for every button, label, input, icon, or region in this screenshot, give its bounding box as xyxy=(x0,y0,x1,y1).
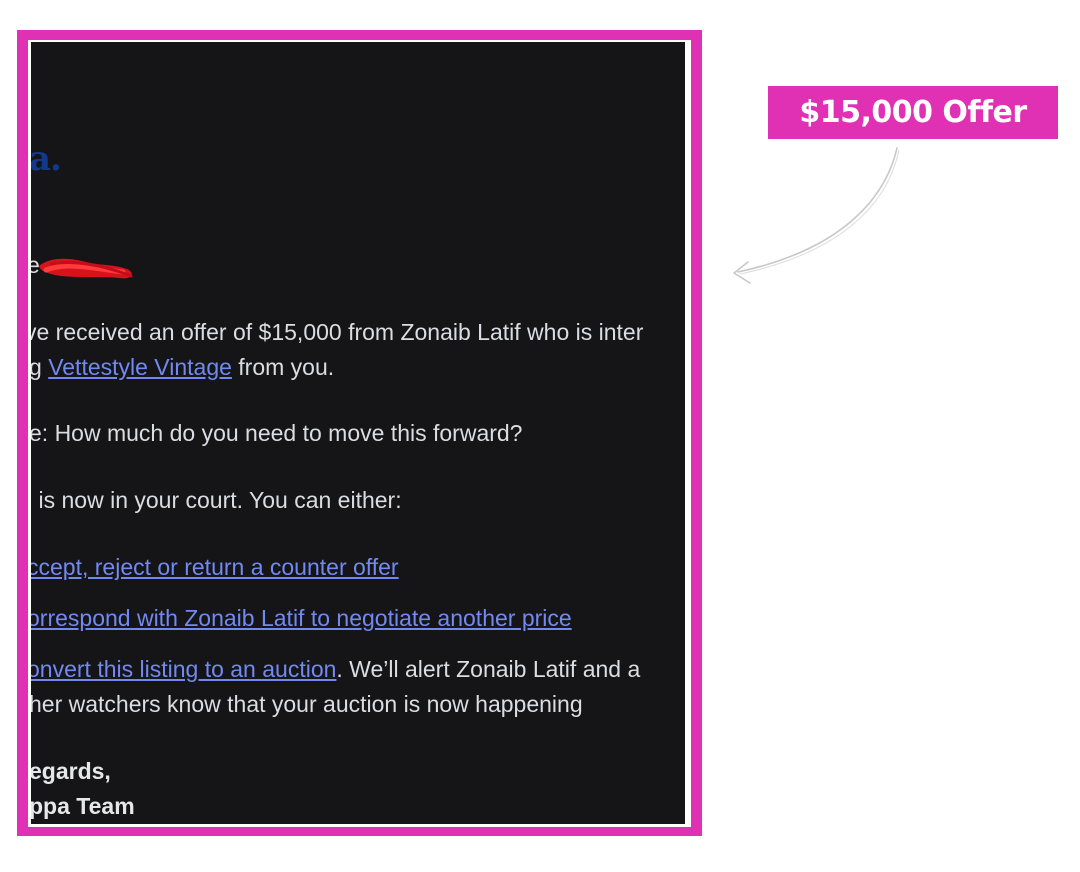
redaction-scribble xyxy=(39,258,133,279)
email-body: a. e ve received an offer of $15,000 fro… xyxy=(31,42,685,824)
offer-text-line-1: ve received an offer of $15,000 from Zon… xyxy=(31,319,644,345)
ball-in-court-line: l is now in your court. You can either: xyxy=(31,487,402,513)
signoff-regards: egards, xyxy=(31,758,111,784)
correspond-with-buyer-link[interactable]: orrespond with Zonaib Latif to negotiate… xyxy=(31,605,572,631)
option-accept-reject-counter[interactable]: ccept, reject or return a counter offer xyxy=(31,550,399,585)
convert-auction-suffix: . We’ll alert Zonaib Latif and a xyxy=(336,656,641,682)
buyer-message-line: e: How much do you need to move this for… xyxy=(31,420,523,446)
option-correspond[interactable]: orrespond with Zonaib Latif to negotiate… xyxy=(31,601,572,636)
offer-annotation-badge: $15,000 Offer xyxy=(768,86,1058,139)
accept-reject-counter-link[interactable]: ccept, reject or return a counter offer xyxy=(31,554,399,580)
convert-to-auction-link[interactable]: onvert this listing to an auction xyxy=(31,656,336,682)
screenshot-stage: a. e ve received an offer of $15,000 fro… xyxy=(0,0,1080,872)
brand-logo-fragment: a. xyxy=(31,139,62,179)
signoff-team: ppa Team xyxy=(31,793,135,819)
offer-line-2-suffix: from you. xyxy=(231,354,335,380)
option-convert-auction: onvert this listing to an auction. We’ll… xyxy=(31,652,640,687)
auction-notice-line-2: her watchers know that your auction is n… xyxy=(31,691,583,717)
listing-link[interactable]: Vettestyle Vintage xyxy=(48,354,232,380)
offer-text-line-2: g Vettestyle Vintage from you. xyxy=(31,350,334,385)
annotation-arrow-icon xyxy=(733,147,900,284)
offer-line-2-prefix: g xyxy=(31,354,42,380)
